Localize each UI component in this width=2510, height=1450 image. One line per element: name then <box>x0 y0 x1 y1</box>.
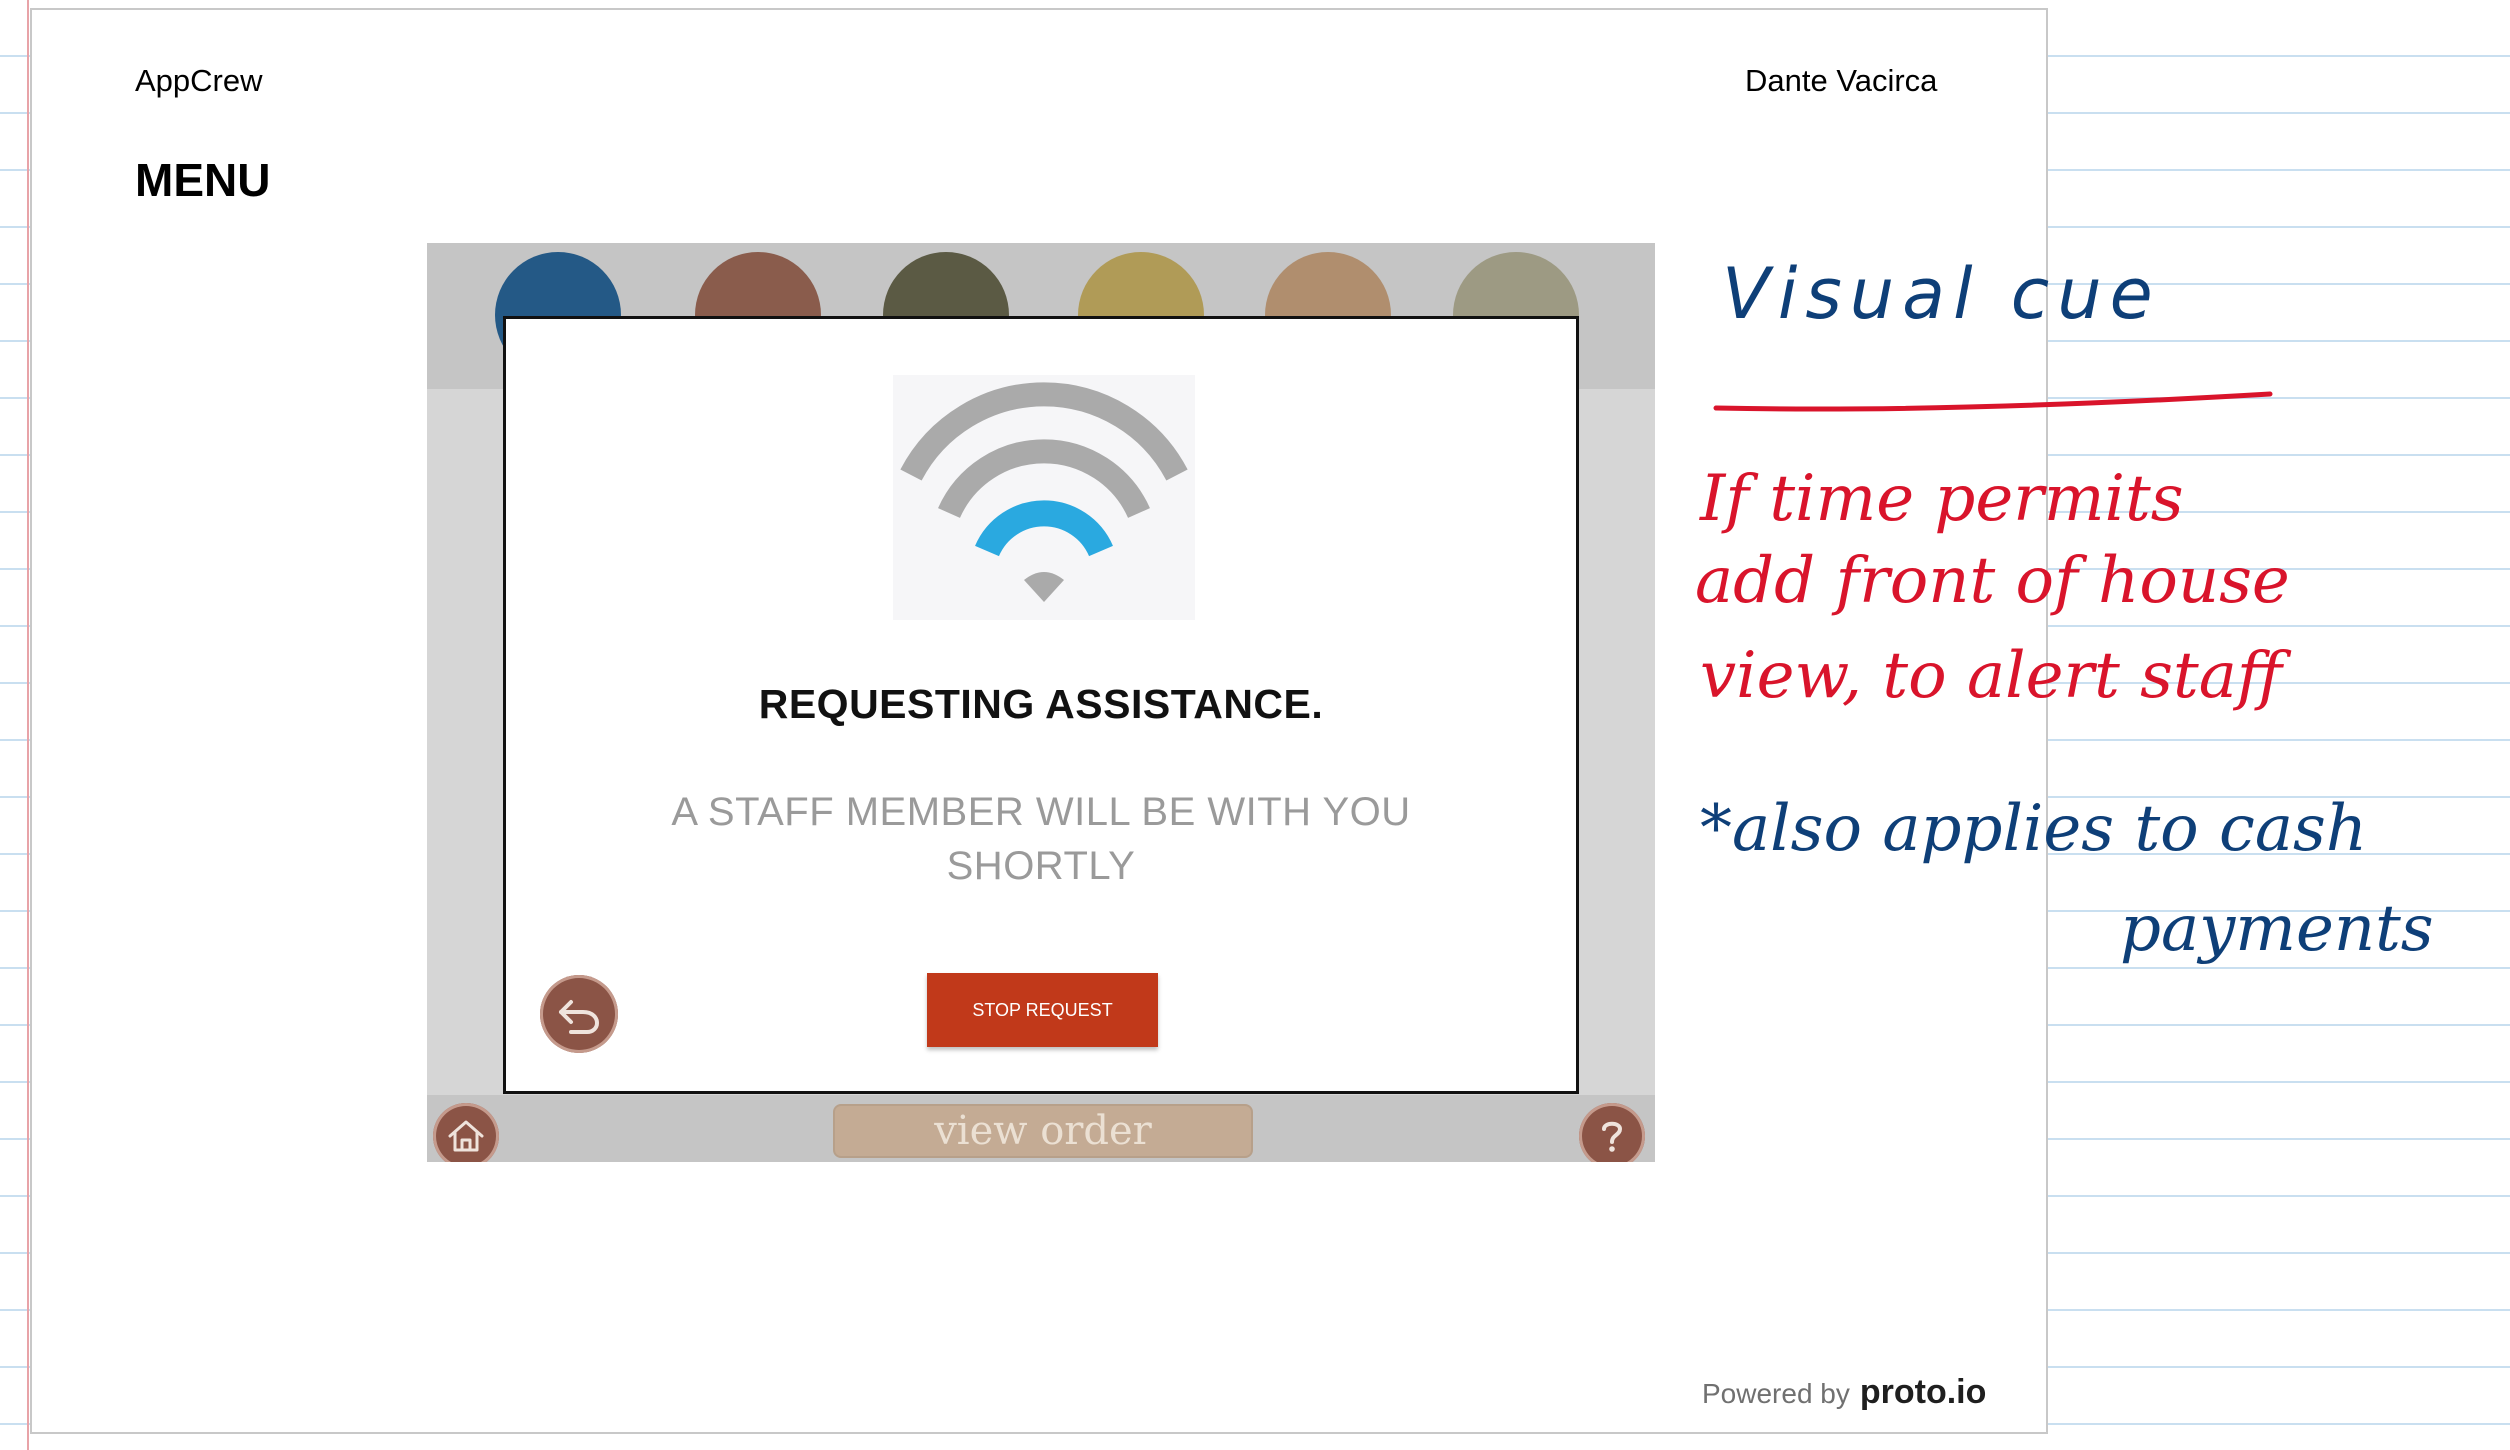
stop-request-button[interactable]: STOP REQUEST <box>927 973 1158 1047</box>
page-title: MENU <box>135 154 271 206</box>
protoio-logo[interactable]: proto.io <box>1860 1373 1987 1412</box>
note-line-5: payments <box>2120 892 2434 966</box>
view-order-button[interactable]: view order <box>833 1104 1253 1158</box>
modal-message: A STAFF MEMBER WILL BE WITH YOU SHORTLY <box>671 790 1411 888</box>
app-name: AppCrew <box>135 63 263 98</box>
assistance-modal: REQUESTING ASSISTANCE. A STAFF MEMBER WI… <box>503 316 1579 1094</box>
author-name: Dante Vacirca <box>1745 63 1938 98</box>
help-icon[interactable] <box>1579 1103 1645 1162</box>
tablet-screen: view order REQUESTING ASSISTANCE. A STAF… <box>427 243 1655 1162</box>
powered-by-label: Powered by <box>1702 1378 1850 1409</box>
wifi-icon <box>893 375 1195 620</box>
modal-heading: REQUESTING ASSISTANCE. <box>758 681 1324 727</box>
back-arrow-icon[interactable] <box>540 975 618 1053</box>
prototype-page: AppCrew Dante Vacirca MENU view order RE… <box>30 8 2048 1434</box>
powered-by: Powered by proto.io <box>1702 1373 1986 1412</box>
home-icon[interactable] <box>433 1103 499 1162</box>
notebook-margin-line <box>27 0 29 1450</box>
